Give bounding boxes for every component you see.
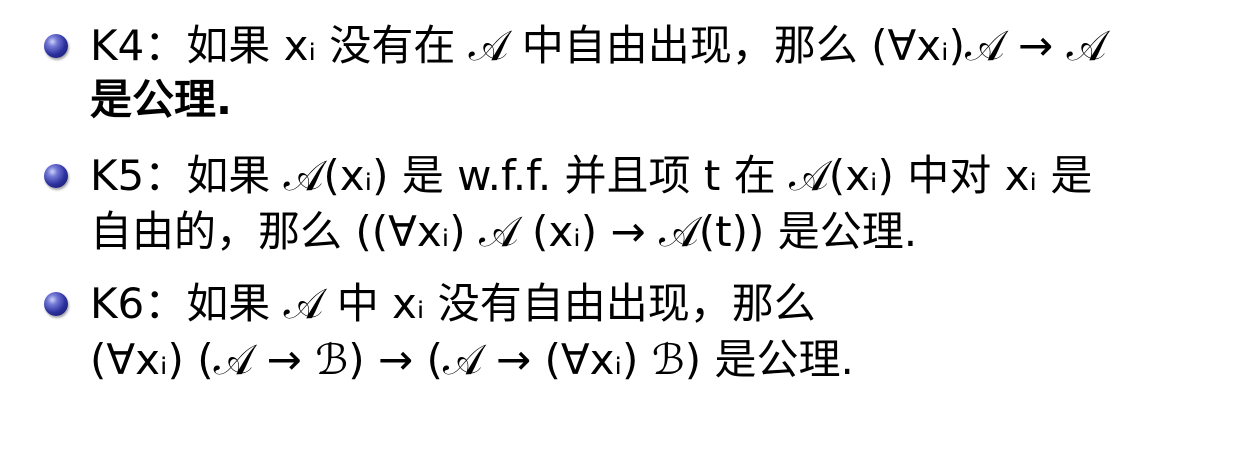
bullet-icon (44, 292, 68, 316)
bullet-icon (44, 34, 68, 58)
bullet-icon (44, 164, 68, 188)
axiom-k5-line-2: 自由的，那么 ((∀xᵢ) 𝒜 (xᵢ) → 𝒜(t)) 是公理. (90, 207, 918, 256)
slide: K4：如果 xᵢ 没有在 𝒜 中自由出现，那么 (∀xᵢ)𝒜 → 𝒜 是公理. … (0, 0, 1242, 450)
axiom-k4-line-2: 是公理. (90, 75, 232, 124)
axiom-k5-line-1: K5：如果 𝒜(xᵢ) 是 w.f.f. 并且项 t 在 𝒜(xᵢ) 中对 xᵢ… (90, 151, 1093, 200)
axiom-k4-line-1: K4：如果 xᵢ 没有在 𝒜 中自由出现，那么 (∀xᵢ)𝒜 → 𝒜 (90, 21, 1107, 70)
axiom-k6-line-2: (∀xᵢ) (𝒜 → ℬ) → (𝒜 → (∀xᵢ) ℬ) 是公理. (90, 335, 854, 384)
axiom-k6-line-1: K6：如果 𝒜 中 xᵢ 没有自由出现，那么 (90, 279, 816, 328)
